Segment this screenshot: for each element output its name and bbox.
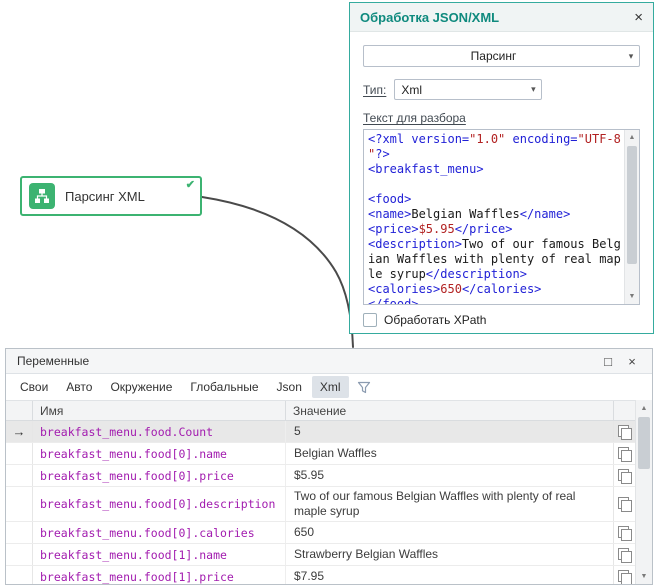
variable-value: 5 (286, 421, 613, 442)
node-label: Парсинг XML (65, 189, 145, 204)
copy-icon (618, 526, 631, 540)
variable-row[interactable]: breakfast_menu.food[1].nameStrawberry Be… (6, 544, 635, 566)
type-row: Тип: Xml ▾ (363, 79, 640, 100)
grid-scrollbar[interactable]: ▲ ▼ (635, 400, 652, 584)
copy-icon (618, 425, 631, 439)
tab-окружение[interactable]: Окружение (102, 376, 180, 398)
copy-button[interactable] (613, 421, 635, 442)
column-header-name[interactable]: Имя (33, 401, 286, 420)
grid-header: Имя Значение (6, 400, 635, 421)
copy-icon (618, 469, 631, 483)
variable-name: breakfast_menu.food.Count (33, 421, 286, 442)
chevron-down-icon: ▾ (623, 51, 639, 62)
variables-titlebar: Переменные □ × (6, 349, 652, 374)
xml-source-text: <?xml version="1.0" encoding="UTF-8"?><b… (368, 132, 622, 305)
copy-icon (618, 447, 631, 461)
maximize-icon[interactable]: □ (596, 354, 620, 369)
xpath-checkbox-label: Обработать XPath (384, 313, 486, 327)
row-indicator (6, 487, 33, 521)
row-indicator (6, 465, 33, 486)
rpa-studio-canvas: Парсинг XML ✔ Обработка JSON/XML × Парси… (0, 0, 658, 588)
scroll-up-icon[interactable]: ▲ (625, 130, 639, 145)
scroll-down-icon[interactable]: ▼ (625, 289, 639, 304)
scroll-up-icon[interactable]: ▲ (636, 400, 652, 416)
variables-panel-title: Переменные (14, 354, 596, 368)
scrollbar-thumb[interactable] (638, 417, 650, 469)
variable-row[interactable]: breakfast_menu.food[1].price$7.95 (6, 566, 635, 584)
sitemap-icon (29, 183, 55, 209)
row-indicator (6, 544, 33, 565)
variable-row[interactable]: breakfast_menu.food[0].descriptionTwo of… (6, 487, 635, 522)
variable-name: breakfast_menu.food[0].price (33, 465, 286, 486)
dialog-body: Парсинг ▾ Тип: Xml ▾ Текст для разбора <… (350, 32, 653, 327)
variables-panel: Переменные □ × СвоиАвтоОкружениеГлобальн… (5, 348, 653, 585)
type-select[interactable]: Xml ▾ (394, 79, 542, 100)
copy-button[interactable] (613, 566, 635, 584)
copy-button[interactable] (613, 522, 635, 543)
copy-icon (618, 570, 631, 584)
dialog-title: Обработка JSON/XML (360, 10, 634, 25)
row-indicator (6, 566, 33, 584)
variable-value: Belgian Waffles (286, 443, 613, 464)
variable-value: $7.95 (286, 566, 613, 584)
filter-icon[interactable] (357, 381, 371, 394)
row-indicator (6, 522, 33, 543)
copy-button[interactable] (613, 487, 635, 521)
close-icon[interactable]: × (620, 354, 644, 369)
scroll-down-icon[interactable]: ▼ (636, 568, 652, 584)
tab-глобальные[interactable]: Глобальные (182, 376, 266, 398)
grid-header-gutter (6, 401, 33, 420)
copy-button[interactable] (613, 465, 635, 486)
copy-icon (618, 548, 631, 562)
type-select-value: Xml (395, 83, 525, 97)
variable-row[interactable]: breakfast_menu.food[0].price$5.95 (6, 465, 635, 487)
xpath-checkbox-row[interactable]: Обработать XPath (363, 313, 640, 327)
column-header-value[interactable]: Значение (286, 401, 613, 420)
json-xml-dialog: Обработка JSON/XML × Парсинг ▾ Тип: Xml … (349, 2, 654, 334)
scrollbar-thumb[interactable] (627, 146, 637, 264)
copy-button[interactable] (613, 443, 635, 464)
variable-row[interactable]: → breakfast_menu.food.Count5 (6, 421, 635, 443)
node-parsing-xml[interactable]: Парсинг XML ✔ (20, 176, 202, 216)
close-icon[interactable]: × (634, 10, 643, 25)
variables-tabs: СвоиАвтоОкружениеГлобальныеJsonXml (6, 374, 652, 400)
variable-name: breakfast_menu.food[1].price (33, 566, 286, 584)
tab-json[interactable]: Json (269, 376, 310, 398)
tab-авто[interactable]: Авто (58, 376, 100, 398)
variable-row[interactable]: breakfast_menu.food[0].calories650 (6, 522, 635, 544)
variable-value: Strawberry Belgian Waffles (286, 544, 613, 565)
variable-name: breakfast_menu.food[0].description (33, 487, 286, 521)
variable-name: breakfast_menu.food[0].name (33, 443, 286, 464)
grid-rows: →breakfast_menu.food.Count5breakfast_men… (6, 421, 635, 584)
variable-name: breakfast_menu.food[1].name (33, 544, 286, 565)
dialog-header: Обработка JSON/XML × (350, 3, 653, 32)
variables-grid: Имя Значение → breakfast_menu.food.Count5… (6, 400, 652, 584)
variable-row[interactable]: breakfast_menu.food[0].nameBelgian Waffl… (6, 443, 635, 465)
current-row-arrow-icon: → (13, 424, 26, 439)
row-indicator (6, 443, 33, 464)
tab-xml[interactable]: Xml (312, 376, 349, 398)
type-label: Тип: (363, 83, 386, 97)
variable-name: breakfast_menu.food[0].calories (33, 522, 286, 543)
copy-icon (618, 497, 631, 511)
xml-source-editor[interactable]: <?xml version="1.0" encoding="UTF-8"?><b… (363, 129, 640, 305)
operation-select-value: Парсинг (364, 49, 623, 63)
variable-value: 650 (286, 522, 613, 543)
parse-text-label: Текст для разбора (363, 111, 640, 125)
copy-button[interactable] (613, 544, 635, 565)
success-check-icon: ✔ (186, 178, 195, 191)
variable-value: Two of our famous Belgian Waffles with p… (286, 487, 613, 521)
tab-свои[interactable]: Свои (12, 376, 56, 398)
grid-header-copy (613, 401, 635, 420)
row-indicator: → (6, 421, 33, 442)
xpath-checkbox[interactable] (363, 313, 377, 327)
xml-editor-scrollbar[interactable]: ▲ ▼ (624, 130, 639, 304)
chevron-down-icon: ▾ (525, 84, 541, 95)
variable-value: $5.95 (286, 465, 613, 486)
operation-select[interactable]: Парсинг ▾ (363, 45, 640, 67)
